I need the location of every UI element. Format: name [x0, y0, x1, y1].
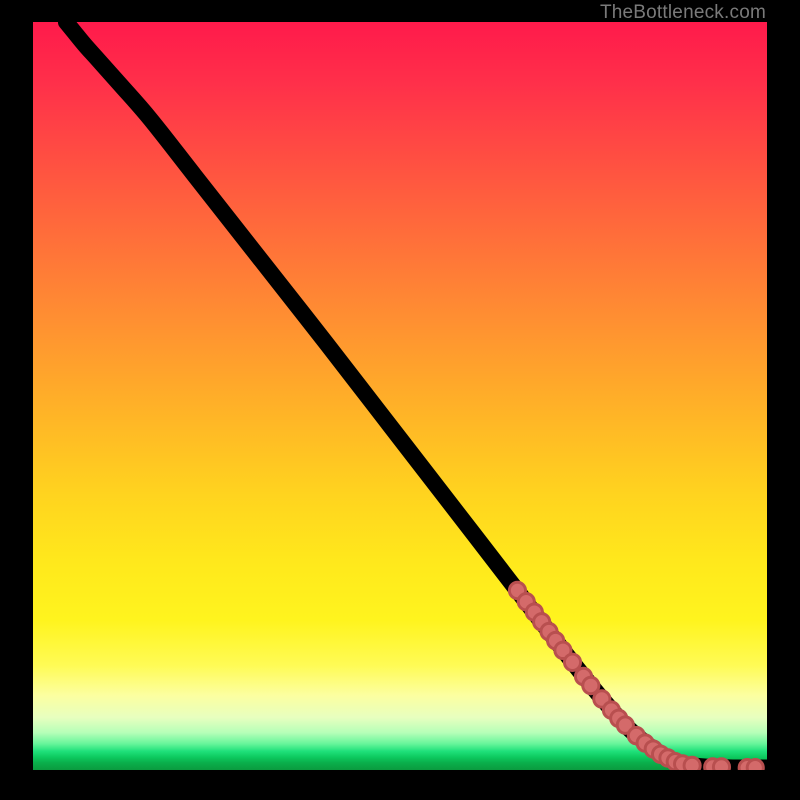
watermark-text: TheBottleneck.com [600, 2, 766, 24]
plot-area [33, 22, 767, 770]
scatter-dot [564, 654, 580, 670]
scatter-group [509, 582, 763, 770]
chart-frame: TheBottleneck.com [0, 0, 800, 800]
scatter-dot [684, 757, 700, 770]
main-curve [66, 22, 767, 768]
chart-svg [33, 22, 767, 770]
scatter-dot [713, 759, 729, 770]
scatter-dot [747, 760, 763, 770]
